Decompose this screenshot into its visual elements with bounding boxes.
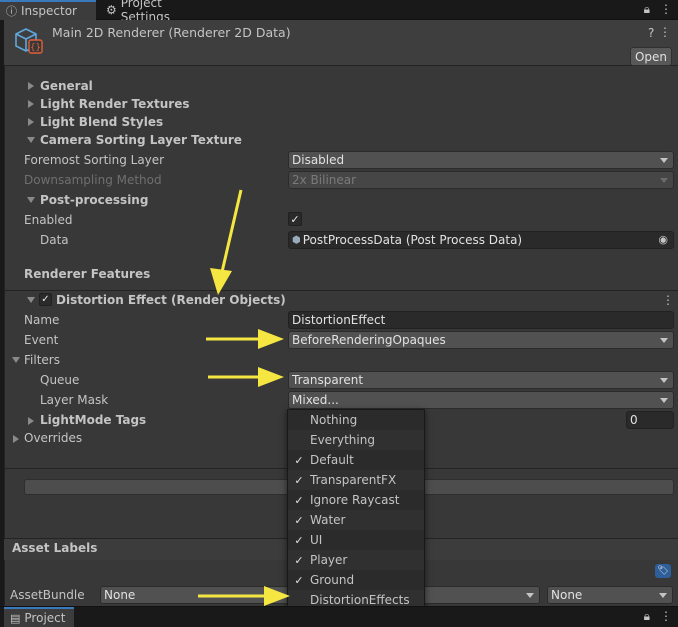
tab-project-label: Project (24, 611, 66, 625)
more-menu-icon[interactable]: ⋮ (660, 609, 672, 624)
tab-project[interactable]: ▤ Project (4, 607, 74, 627)
bottom-tab-bar (0, 606, 678, 627)
annotation-arrows (198, 189, 290, 606)
bottom-tabbar-icons: 🔒︎ ⋮ (644, 609, 672, 624)
folder-icon: ▤ (10, 611, 21, 625)
lock-icon[interactable]: 🔒︎ (644, 609, 650, 624)
